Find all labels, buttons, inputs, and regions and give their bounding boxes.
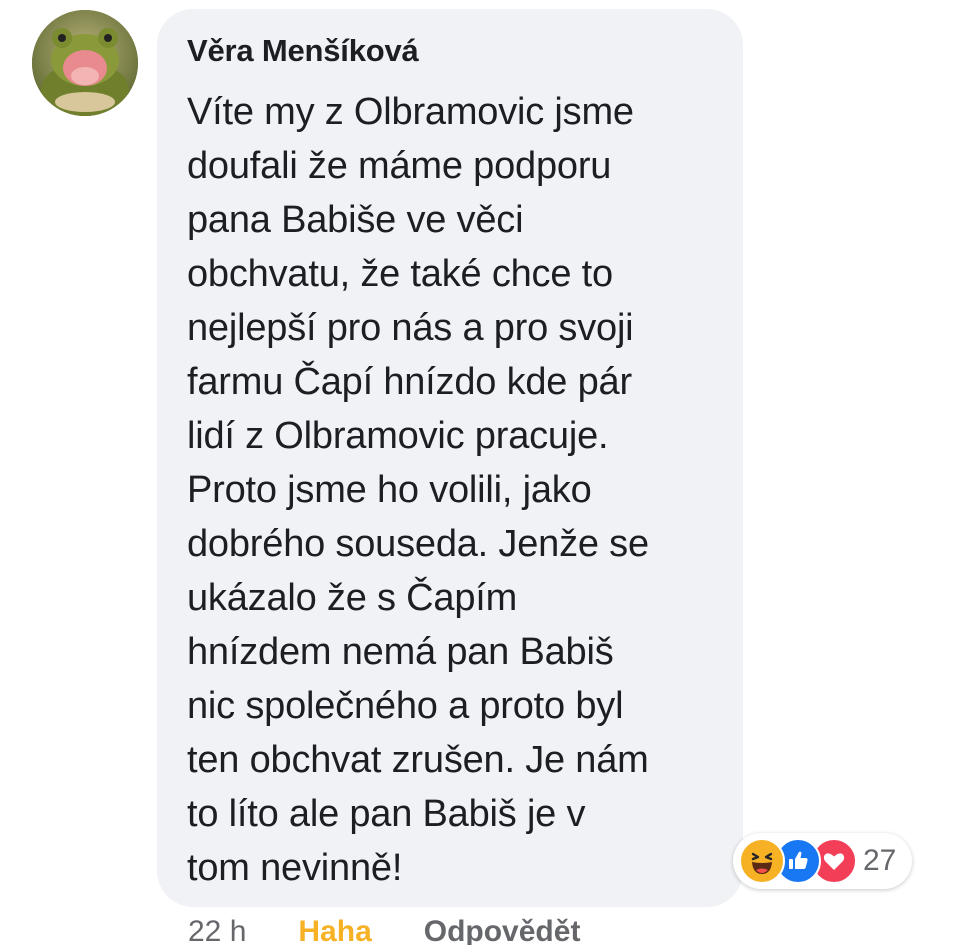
- comment-line: ten obchvat zrušen. Je nám: [187, 739, 649, 781]
- reply-button[interactable]: Odpovědět: [424, 912, 581, 945]
- comment-line: doufali že máme podporu: [187, 145, 612, 187]
- frog-avatar-icon: [32, 10, 138, 116]
- reactions-summary[interactable]: 27: [733, 833, 913, 889]
- comment-line: to líto ale pan Babiš je v: [187, 793, 586, 835]
- comment-timestamp[interactable]: 22 h: [188, 912, 246, 945]
- comment-line: lidí z Olbramovic pracuje.: [187, 415, 609, 457]
- comment-actions: 22 h Haha Odpovědět: [188, 912, 580, 945]
- avatar[interactable]: [32, 10, 138, 116]
- reaction-count: 27: [863, 844, 897, 877]
- comment-line: Víte my z Olbramovic jsme: [187, 91, 634, 133]
- haha-icon: [739, 838, 785, 884]
- comment-line: obchvatu, že také chce to: [187, 253, 613, 295]
- comment-line: hnízdem nemá pan Babiš: [187, 631, 614, 673]
- comment-line: Proto jsme ho volili, jako: [187, 469, 592, 511]
- comment-bubble: Věra Menšíková Víte my z Olbramovic jsme…: [157, 9, 743, 907]
- comment-line: nic společného a proto byl: [187, 685, 624, 727]
- comment-text: Víte my z Olbramovic jsme doufali že mám…: [187, 85, 713, 895]
- comment-line: farmu Čapí hnízdo kde pár: [187, 361, 632, 403]
- comment-line: tom nevinně!: [187, 847, 403, 889]
- comment-line: pana Babiše ve věci: [187, 199, 524, 241]
- haha-reaction-button[interactable]: Haha: [298, 912, 371, 945]
- comment-line: nejlepší pro nás a pro svoji: [187, 307, 634, 349]
- comment-author[interactable]: Věra Menšíková: [187, 31, 713, 71]
- comment-line: ukázalo že s Čapím: [187, 577, 518, 619]
- comment-line: dobrého souseda. Jenže se: [187, 523, 649, 565]
